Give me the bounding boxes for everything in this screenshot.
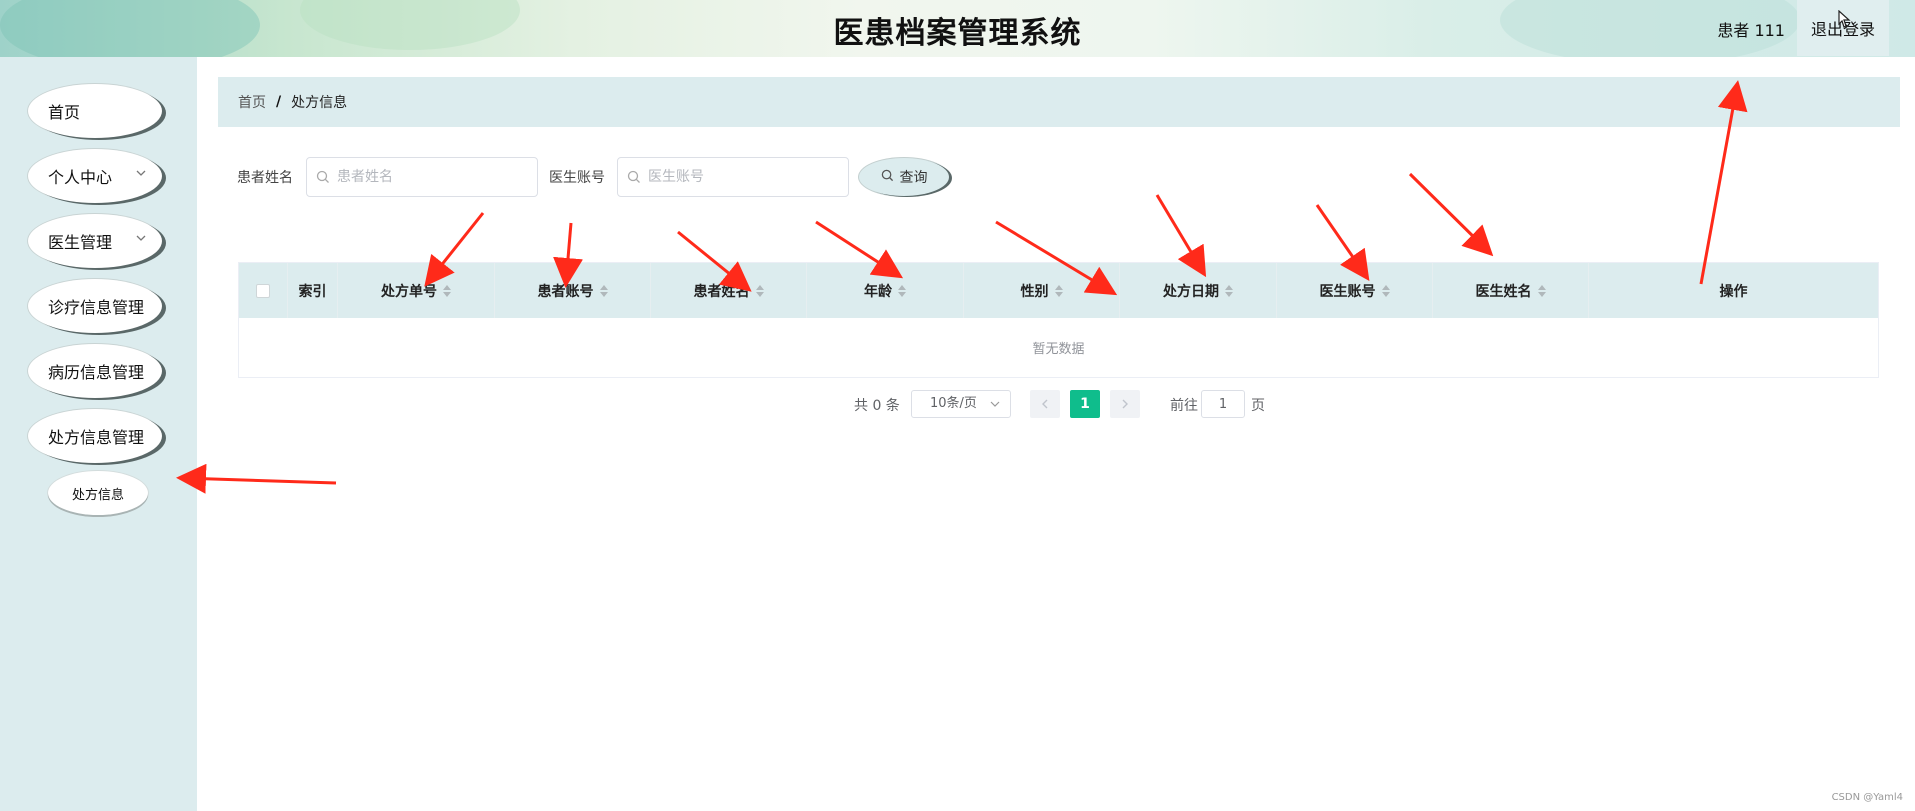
sort-icon[interactable]	[755, 284, 764, 298]
sidebar-item-prescription-management[interactable]: 处方信息管理	[28, 409, 162, 463]
sidebar-item-label: 诊疗信息管理	[48, 298, 145, 317]
chevron-right-icon	[1122, 399, 1128, 409]
sidebar-item-label: 处方信息管理	[48, 428, 145, 447]
column-header-prescription-no[interactable]: 处方单号	[338, 263, 495, 318]
sidebar-item-doctor-management[interactable]: 医生管理	[28, 214, 162, 268]
breadcrumb-current: 处方信息	[291, 95, 348, 111]
column-header-patient-account[interactable]: 患者账号	[495, 263, 651, 318]
chevron-down-icon	[990, 391, 1000, 428]
sort-icon[interactable]	[599, 284, 608, 298]
column-header-prescription-date[interactable]: 处方日期	[1120, 263, 1277, 318]
page-size-select[interactable]: 10条/页	[911, 390, 1011, 418]
doctor-account-label: 医生账号	[549, 170, 605, 186]
sidebar-item-label: 个人中心	[48, 168, 113, 187]
column-header-index: 索引	[288, 263, 338, 318]
watermark: CSDN @Yaml4	[1831, 792, 1903, 803]
next-page-button[interactable]	[1110, 390, 1140, 418]
page-number-current[interactable]: 1	[1070, 390, 1100, 418]
column-header-patient-name[interactable]: 患者姓名	[651, 263, 807, 318]
goto-page-input[interactable]	[1201, 390, 1245, 418]
prescription-table: 索引 处方单号 患者账号 患者姓名 年龄 性别 处方日期 医生账号 医生姓名 操…	[238, 262, 1879, 378]
sort-icon[interactable]	[443, 284, 451, 298]
arrow-annotation	[1155, 194, 1207, 278]
column-header-gender[interactable]: 性别	[964, 263, 1120, 318]
chevron-down-icon	[136, 232, 146, 246]
page-size-value: 10条/页	[930, 396, 977, 411]
sort-icon[interactable]	[1537, 284, 1546, 298]
select-all-checkbox[interactable]	[256, 283, 270, 298]
breadcrumb-home-link[interactable]: 首页	[238, 92, 266, 112]
column-header-doctor-name[interactable]: 医生姓名	[1433, 263, 1589, 318]
sidebar-item-personal-center[interactable]: 个人中心	[28, 149, 162, 203]
patient-name-input[interactable]	[306, 157, 538, 197]
current-user-label: 患者 111	[1717, 21, 1785, 40]
breadcrumb-separator: /	[276, 94, 282, 110]
mouse-cursor-icon	[1836, 9, 1852, 36]
sort-icon[interactable]	[898, 284, 906, 298]
arrow-annotation	[1408, 172, 1494, 257]
sort-icon[interactable]	[1381, 284, 1390, 298]
sidebar-item-label: 病历信息管理	[48, 363, 145, 382]
sort-icon[interactable]	[1225, 284, 1233, 298]
sidebar-item-medical-record-management[interactable]: 病历信息管理	[28, 344, 162, 398]
chevron-down-icon	[136, 167, 146, 181]
chevron-left-icon	[1042, 399, 1048, 409]
query-button[interactable]: 查询	[859, 158, 949, 196]
search-icon	[316, 169, 330, 183]
query-button-label: 查询	[899, 170, 928, 186]
table-header: 索引 处方单号 患者账号 患者姓名 年龄 性别 处方日期 医生账号 医生姓名 操…	[239, 263, 1878, 318]
sidebar: 首页 个人中心 医生管理 诊疗信息管理 病历信息管理 处方信息管理	[0, 57, 197, 811]
sidebar-subitem-prescription-info[interactable]: 处方信息	[48, 471, 148, 515]
sort-icon[interactable]	[1054, 284, 1063, 298]
prev-page-button[interactable]	[1030, 390, 1060, 418]
column-header-doctor-account[interactable]: 医生账号	[1277, 263, 1433, 318]
breadcrumb: 首页 / 处方信息	[218, 77, 1900, 127]
column-header-age[interactable]: 年龄	[807, 263, 964, 318]
app-title: 医患档案管理系统	[833, 16, 1082, 51]
patient-name-label: 患者姓名	[237, 170, 293, 186]
arrow-annotation	[176, 463, 337, 494]
doctor-account-input[interactable]	[617, 157, 849, 197]
select-all-cell	[239, 263, 288, 318]
sidebar-item-label: 首页	[48, 103, 81, 122]
sidebar-item-home[interactable]: 首页	[28, 84, 162, 138]
goto-label: 前往	[1170, 398, 1198, 414]
pagination-total: 共 0 条	[854, 398, 900, 414]
sidebar-item-label: 医生管理	[48, 233, 113, 252]
sidebar-item-diagnosis-management[interactable]: 诊疗信息管理	[28, 279, 162, 333]
search-icon	[627, 169, 641, 183]
header-bar: 医患档案管理系统 患者 111 退出登录	[0, 0, 1915, 57]
page-unit-label: 页	[1251, 398, 1265, 414]
column-header-actions: 操作	[1719, 283, 1748, 300]
table-empty-text: 暂无数据	[1032, 342, 1085, 357]
search-icon	[881, 169, 894, 186]
